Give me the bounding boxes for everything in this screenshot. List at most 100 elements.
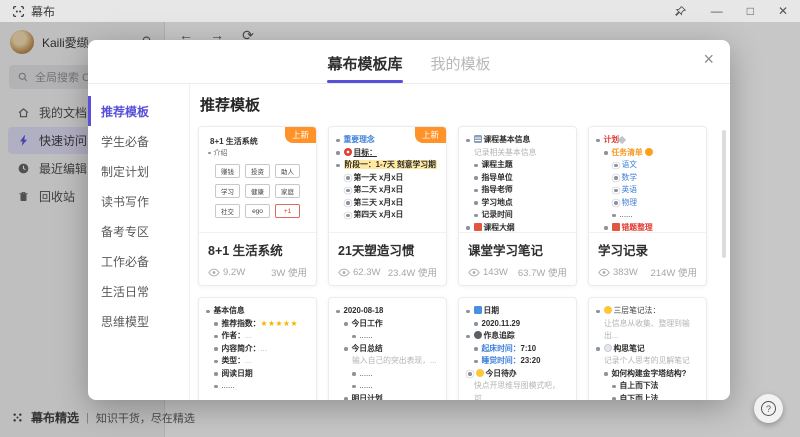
outline-text: 快点开思维导图模式吧，可... [474, 381, 560, 400]
outline-text: ...... [222, 381, 235, 390]
collapsed-bullet [614, 164, 618, 168]
bullet [208, 152, 211, 155]
view-count: 62.3W [353, 267, 380, 278]
window-title: 幕布 [31, 3, 55, 20]
pin-icon[interactable] [674, 5, 687, 18]
grid-cell: 社交 [215, 204, 240, 218]
category-recommended[interactable]: 推荐模板 [88, 96, 189, 126]
bullet [466, 335, 470, 339]
grid-cell: 家庭 [275, 184, 300, 198]
outline-line: 推荐指数：★★★★★ [206, 318, 311, 331]
outline-text: 睡觉时间： [482, 356, 521, 365]
template-preview: 三层笔记法：让信息从收集、整理到输出...构思笔记记录个人思考的见解笔记如何构建… [589, 298, 706, 400]
outline-line: ...... [206, 380, 311, 393]
bullet [596, 347, 600, 351]
maximize-icon[interactable]: □ [747, 5, 754, 17]
outline-line: 类型：... [206, 355, 311, 368]
outline-text: 作者： [222, 331, 245, 340]
template-card[interactable]: 基本信息推荐指数：★★★★★作者：...内容简介：...类型：...阅读日期..… [198, 297, 317, 400]
template-preview: 计划任务清单 语文数学英语物理......错题整理 [589, 127, 706, 233]
collapsed-bullet [346, 214, 350, 218]
collapsed-bullet [614, 189, 618, 193]
view-count: 9.2W [223, 267, 245, 278]
outline-line: 让信息从收集、整理到输出... [596, 318, 701, 343]
outline-text: 物理 [622, 198, 638, 207]
outline-text: 输入自己的突出表现，... [352, 356, 436, 365]
outline-text: 阶段一：1-7天 刻意学习期 [344, 160, 437, 169]
bullet [474, 347, 478, 351]
outline-text: 让信息从收集、整理到输出... [604, 319, 690, 341]
outline-line: 阶段一：1-7天 刻意学习期 [336, 159, 441, 172]
outline-line: 如何构建金字塔结构? [596, 368, 701, 381]
outline-line: 目标： [336, 147, 441, 160]
bulb-icon [476, 369, 484, 377]
used-count: 214W 使用 [651, 265, 697, 279]
category-work[interactable]: 工作必备 [88, 246, 189, 276]
outline-text: 明日计划 [352, 394, 383, 401]
outline-text: 2020.11.29 [482, 319, 521, 328]
bullet [214, 335, 218, 339]
book-icon [612, 223, 620, 231]
category-students[interactable]: 学生必备 [88, 126, 189, 156]
outline-line: 自下而上法 [596, 393, 701, 401]
bullet [336, 139, 340, 143]
template-card[interactable]: 上新 重要理念目标：阶段一：1-7天 刻意学习期第一天 x月x日第二天 x月x日… [328, 126, 447, 286]
outline-text: ... [260, 344, 267, 353]
bullet [466, 139, 470, 143]
eye-icon [208, 268, 220, 277]
template-card[interactable]: 日期2020.11.29作息追踪起床时间：7:10睡觉时间：23:20今日待办快… [458, 297, 577, 400]
outline-text: 记录个人思考的见解笔记 [604, 356, 690, 365]
outline-line: 记录个人思考的见解笔记 [596, 355, 701, 368]
grid-cell: 助人 [275, 164, 300, 178]
bullet [336, 310, 340, 314]
eye-icon [598, 268, 610, 277]
outline-line: 物理 [596, 197, 701, 210]
bullet [336, 164, 340, 168]
category-reading-writing[interactable]: 读书写作 [88, 186, 189, 216]
outline-text: 目标： [354, 148, 377, 157]
template-card[interactable]: 课程基本信息记录相关基本信息课程主题指导单位指导老师学习地点记录时间课程大纲 课… [458, 126, 577, 286]
book-icon [474, 223, 482, 231]
template-library-modal: 幕布模板库 我的模板 × 推荐模板 学生必备 制定计划 读书写作 备考专区 工作… [88, 40, 730, 400]
outline-text: 重要理念 [344, 135, 375, 144]
grid-cell: 学习 [215, 184, 240, 198]
outline-text: 课程主题 [482, 160, 513, 169]
outline-line: 任务清单 [596, 147, 701, 160]
outline-text: ...... [620, 210, 633, 219]
bullet [474, 176, 478, 180]
outline-line: 三层笔记法： [596, 305, 701, 318]
template-card[interactable]: 三层笔记法：让信息从收集、整理到输出...构思笔记记录个人思考的见解笔记如何构建… [588, 297, 707, 400]
category-daily-life[interactable]: 生活日常 [88, 276, 189, 306]
template-title: 课堂学习笔记 [468, 240, 567, 259]
outline-text: 阅读日期 [222, 369, 253, 378]
outline-text: 今日总结 [352, 344, 383, 353]
category-thinking-models[interactable]: 思维模型 [88, 306, 189, 336]
bullet [336, 151, 340, 155]
category-exam-prep[interactable]: 备考专区 [88, 216, 189, 246]
template-card[interactable]: 计划任务清单 语文数学英语物理......错题整理 学习记录 383W 214W… [588, 126, 707, 286]
category-planning[interactable]: 制定计划 [88, 156, 189, 186]
minimize-icon[interactable]: — [711, 5, 723, 17]
outline-line: 阅读日期 [206, 368, 311, 381]
bullet [214, 347, 218, 351]
bullet [474, 360, 478, 364]
new-badge: 上新 [415, 127, 446, 143]
template-card[interactable]: 上新 8+1 生活系统介绍赚钱投资助人学习健康家庭社交ego+1 8+1 生活系… [198, 126, 317, 286]
view-count: 383W [613, 267, 638, 278]
close-window-icon[interactable]: ✕ [778, 5, 788, 17]
tab-my-templates[interactable]: 我的模板 [431, 53, 491, 83]
help-button[interactable]: ? [754, 394, 783, 423]
preview-subline: 介绍 [208, 148, 311, 158]
outline-line: 第二天 x月x日 [336, 184, 441, 197]
outline-text: 第四天 x月x日 [354, 210, 404, 219]
close-icon[interactable]: × [703, 50, 714, 68]
outline-line: 错题整理 [596, 222, 701, 234]
tab-template-library[interactable]: 幕布模板库 [327, 53, 402, 83]
template-card[interactable]: 2020-08-18今日工作......今日总结输入自己的突出表现，......… [328, 297, 447, 400]
outline-text: 如何构建金字塔结构? [612, 369, 687, 378]
bullet [214, 360, 218, 364]
app-logo-icon [12, 5, 25, 18]
modal-scrollbar[interactable] [722, 130, 726, 258]
collapsed-bullet [346, 189, 350, 193]
bullet [214, 385, 218, 389]
